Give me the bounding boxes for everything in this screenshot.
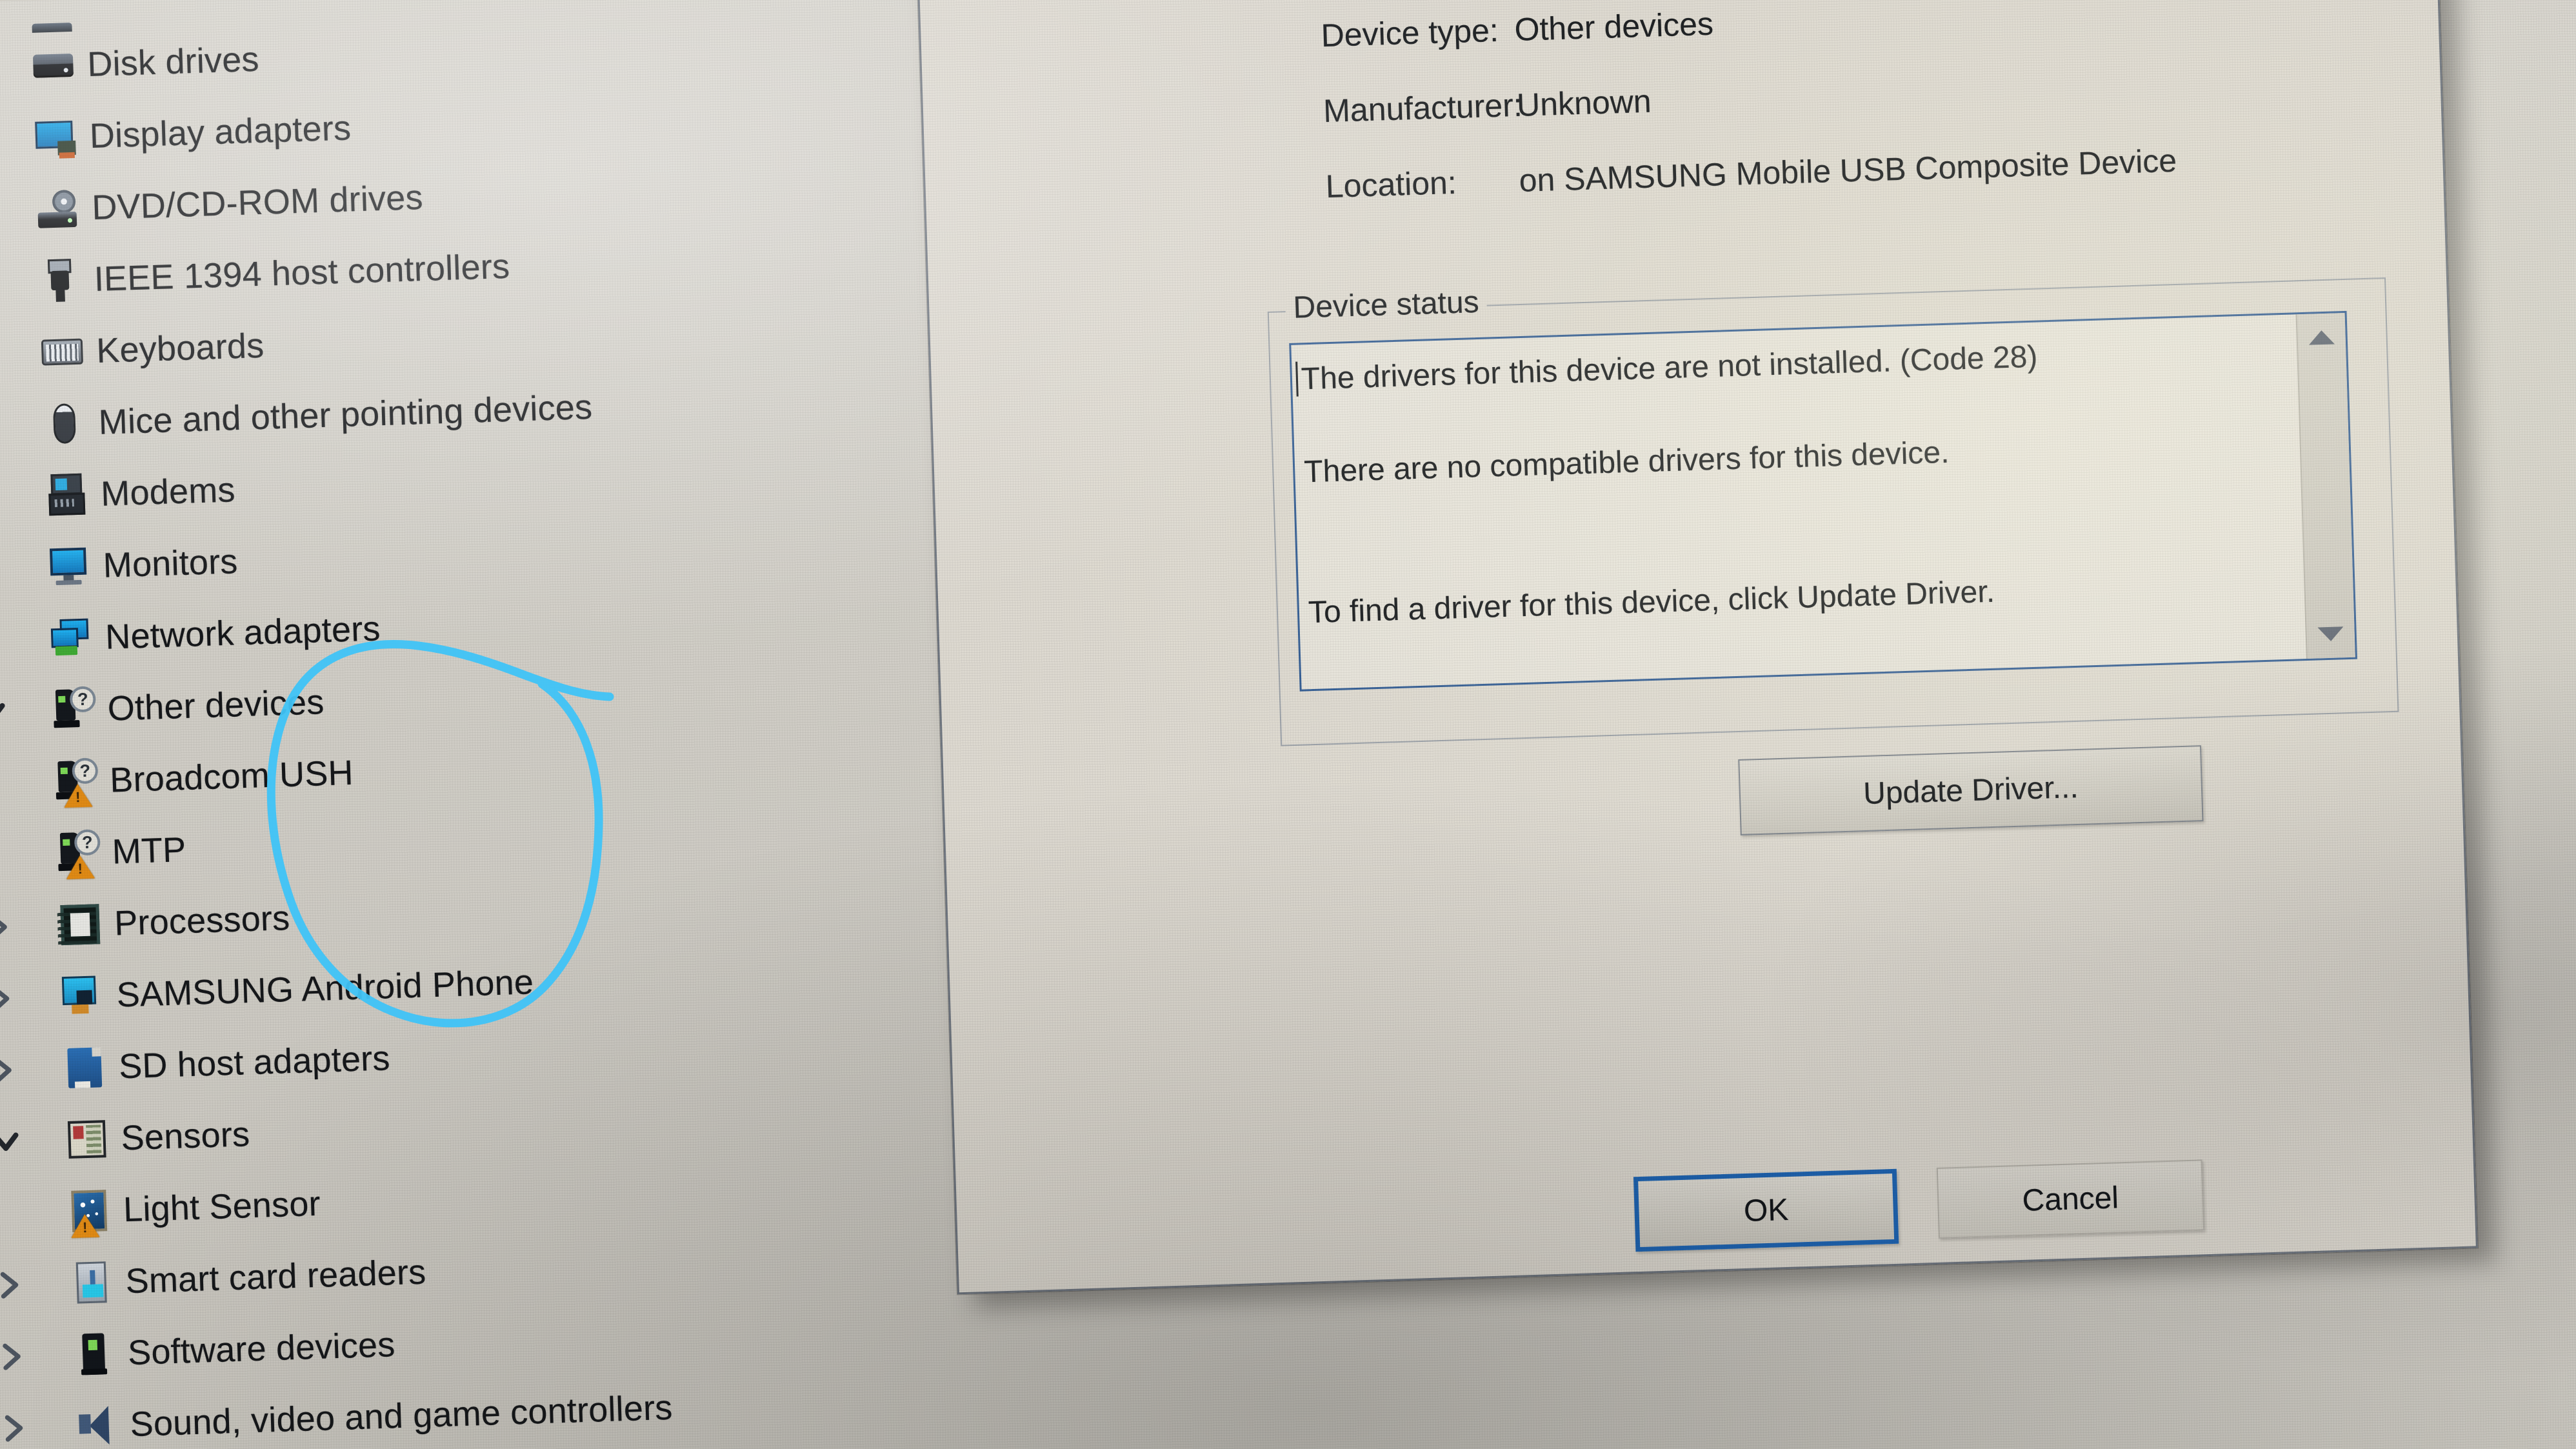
unknown-device-warning-icon: ? [54,828,103,879]
device-properties-dialog: Device type: Other devices Manufacturer:… [916,0,2478,1295]
tree-item-label: SAMSUNG Android Phone [115,962,534,1014]
chevron-right-icon[interactable] [0,912,18,943]
chevron-right-icon[interactable] [0,1412,34,1443]
tree-item-label: Light Sensor [123,1184,321,1229]
tree-item-label: DVD/CD-ROM drives [91,177,424,227]
manufacturer-value: Unknown [1516,83,1652,123]
processor-icon [55,900,105,949]
ieee1394-icon [35,255,85,305]
tree-item-label: Keyboards [95,326,265,370]
tree-item-label: Processors [114,898,291,943]
tree-item-label: Sensors [120,1114,251,1157]
disk-drive-icon [28,41,77,90]
chevron-down-icon[interactable] [0,699,11,725]
device-info-grid: Device type: Other devices Manufacturer:… [1321,0,2385,245]
device-status-group-label: Device status [1284,284,1488,326]
chevron-right-icon[interactable] [0,625,9,656]
tree-item-label: Mice and other pointing devices [97,387,594,442]
tree-item-label: Other devices [106,682,325,728]
info-row: Location: on SAMSUNG Mobile USB Composit… [1325,137,2384,205]
location-value: on SAMSUNG Mobile USB Composite Device [1518,142,2177,199]
android-phone-icon [58,972,107,1021]
display-adapter-icon [31,112,80,161]
tree-item-label: Smart card readers [125,1252,427,1301]
device-type-value: Other devices [1513,5,1714,48]
smart-card-reader-icon [67,1257,116,1306]
dvd-cd-rom-icon [33,184,82,233]
chevron-right-icon[interactable] [0,983,21,1014]
device-status-group: Device status The drivers for this devic… [1267,277,2399,746]
info-row: Manufacturer: Unknown [1323,61,2381,130]
device-type-label: Device type: [1320,12,1499,54]
chevron-right-icon[interactable] [0,410,3,441]
chevron-down-icon[interactable] [0,1129,25,1155]
tree-item-label: MTP [111,830,187,872]
tree-item-label: SD host adapters [118,1038,391,1086]
chevron-right-icon[interactable] [0,1341,32,1372]
cancel-button[interactable]: Cancel [1936,1159,2204,1239]
tree-item-label: Monitors [102,541,239,585]
sound-video-game-icon [72,1401,121,1449]
light-sensor-warning-icon [65,1186,114,1238]
photographed-screen: Disk drives Display adapters DVD/CD-ROM dr… [0,0,2576,1449]
info-row: Device type: Other devices [1321,0,2379,54]
other-devices-icon: ? [49,685,98,734]
modem-icon [42,470,91,519]
scroll-down-arrow-icon[interactable] [2317,626,2344,642]
status-line-hint: To find a driver for this device, click … [1308,574,1995,630]
update-driver-button[interactable]: Update Driver... [1738,745,2204,835]
sensors-icon [63,1114,112,1163]
expander-spacer [0,783,13,784]
keyboard-icon [37,327,86,376]
tree-item-label: Software devices [127,1324,396,1372]
tree-item-label: IEEE 1394 host controllers [93,246,511,299]
location-label: Location: [1324,164,1457,205]
status-scrollbar[interactable] [2295,312,2355,659]
status-line-code: The drivers for this device are not inst… [1301,339,2039,397]
ok-button[interactable]: OK [1633,1168,1899,1252]
expander-spacer [0,1213,26,1214]
scroll-up-arrow-icon[interactable] [2308,330,2335,345]
partial-device-icon [27,0,76,33]
software-device-icon [69,1329,118,1378]
tree-item-label: Broadcom USH [109,753,354,800]
chevron-right-icon[interactable] [0,1055,23,1086]
tree-item-label: Network adapters [105,608,381,657]
monitor-surface: Disk drives Display adapters DVD/CD-ROM dr… [0,0,2576,1449]
chevron-right-icon[interactable] [0,1269,29,1300]
unknown-device-warning-icon: ? [51,757,100,808]
chevron-right-icon[interactable] [0,554,7,585]
chevron-right-icon[interactable] [0,482,5,513]
status-line-no-compatible: There are no compatible drivers for this… [1303,435,1950,490]
manufacturer-label: Manufacturer: [1323,86,1523,130]
device-status-textbox[interactable]: The drivers for this device are not inst… [1289,310,2357,692]
tree-item-label: Disk drives [86,39,260,84]
sd-card-icon [60,1043,109,1092]
network-adapter-icon [46,614,95,663]
tree-item-label: Modems [100,470,236,514]
tree-item-label: Sound, video and game controllers [129,1388,674,1444]
monitor-icon [45,542,94,591]
device-manager-tree[interactable]: Disk drives Display adapters DVD/CD-ROM dr… [0,0,977,1449]
expander-spacer [0,855,15,856]
text-caret [1295,361,1299,397]
tree-item-label: Display adapters [88,108,352,155]
mouse-icon [40,399,89,448]
